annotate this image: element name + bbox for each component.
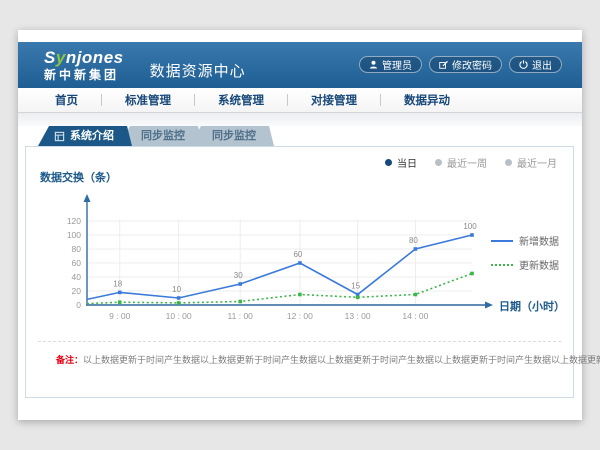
svg-text:60: 60 xyxy=(293,250,302,259)
legend-item-updated-data: 更新数据 xyxy=(491,257,559,272)
series-legend: 新增数据 更新数据 xyxy=(491,233,559,281)
svg-text:40: 40 xyxy=(72,272,82,282)
footer-note: 备注：以上数据更新于时间产生数据以上数据更新于时间产生数据以上数据更新于时间产生… xyxy=(56,353,600,366)
app-header: Synjones 新中新集团 数据资源中心 管理员 修改密码 退出 xyxy=(18,42,582,88)
nav-item-standard-mgmt[interactable]: 标准管理 xyxy=(102,92,194,108)
radio-label: 当日 xyxy=(397,155,417,170)
radio-label: 最近一周 xyxy=(447,155,487,170)
note-prefix: 备注： xyxy=(56,355,83,365)
svg-text:80: 80 xyxy=(72,244,82,254)
chart-panel: 当日 最近一周 最近一月 数据交换（条） 0 20 40 60 80 100 120 9 : … xyxy=(25,146,574,398)
admin-user-label: 管理员 xyxy=(382,57,412,72)
radio-dot-icon xyxy=(385,159,392,166)
tab-label: 同步监控 xyxy=(212,130,256,142)
logout-button[interactable]: 退出 xyxy=(509,56,562,73)
user-icon xyxy=(369,60,378,69)
header-actions: 管理员 修改密码 退出 xyxy=(359,56,562,73)
svg-text:12 : 00: 12 : 00 xyxy=(287,311,313,321)
tab-system-intro[interactable]: 系统介绍 xyxy=(38,126,132,146)
legend-label: 新增数据 xyxy=(519,233,559,248)
document-icon xyxy=(54,131,65,142)
legend-item-new-data: 新增数据 xyxy=(491,233,559,248)
svg-text:9 : 00: 9 : 00 xyxy=(109,311,131,321)
tab-bar: 系统介绍 同步监控 同步监控 xyxy=(38,126,274,146)
nav-item-home[interactable]: 首页 xyxy=(32,92,101,108)
legend-line-swatch-blue xyxy=(491,240,513,242)
legend-line-swatch-green xyxy=(491,264,513,266)
radio-item[interactable]: 最近一月 xyxy=(505,155,557,170)
x-axis-title: 日期（小时） xyxy=(499,298,565,314)
svg-text:13 : 00: 13 : 00 xyxy=(345,311,371,321)
dashed-separator xyxy=(38,341,561,342)
admin-user-button[interactable]: 管理员 xyxy=(359,56,422,73)
svg-text:10 : 00: 10 : 00 xyxy=(166,311,192,321)
svg-text:15: 15 xyxy=(351,282,360,291)
company-logo: Synjones 新中新集团 xyxy=(44,49,124,81)
main-nav: 首页 标准管理 系统管理 对接管理 数据异动 xyxy=(18,88,582,113)
svg-text:20: 20 xyxy=(72,286,82,296)
page-title: 数据资源中心 xyxy=(150,60,246,81)
top-strip xyxy=(18,30,582,42)
tab-sync-monitor-2[interactable]: 同步监控 xyxy=(190,126,274,146)
radio-label: 最近一月 xyxy=(517,155,557,170)
power-icon xyxy=(519,60,528,69)
svg-text:60: 60 xyxy=(72,258,82,268)
tab-label: 同步监控 xyxy=(141,130,185,142)
radio-item[interactable]: 最近一周 xyxy=(435,155,487,170)
svg-text:11 : 00: 11 : 00 xyxy=(228,311,254,321)
brand-name: Synjones xyxy=(44,49,124,66)
svg-text:18: 18 xyxy=(113,279,122,288)
brand-green-letter: y xyxy=(56,48,66,67)
y-axis-title: 数据交换（条） xyxy=(40,169,117,185)
change-password-label: 修改密码 xyxy=(452,57,492,72)
svg-text:10: 10 xyxy=(172,285,181,294)
nav-item-system-mgmt[interactable]: 系统管理 xyxy=(195,92,287,108)
svg-text:120: 120 xyxy=(67,216,81,226)
nav-item-data-change[interactable]: 数据异动 xyxy=(381,92,473,108)
content-gap xyxy=(18,113,582,126)
svg-text:80: 80 xyxy=(409,236,418,245)
edit-icon xyxy=(439,60,448,69)
svg-text:14 : 00: 14 : 00 xyxy=(402,311,428,321)
radio-dot-icon xyxy=(435,159,442,166)
page-window: Synjones 新中新集团 数据资源中心 管理员 修改密码 退出 首页 标准管… xyxy=(18,30,582,420)
note-text: 以上数据更新于时间产生数据以上数据更新于时间产生数据以上数据更新于时间产生数据以… xyxy=(83,355,600,365)
svg-text:0: 0 xyxy=(76,300,81,310)
line-chart-svg: 0 20 40 60 80 100 120 9 : 00 10 : 00 11 : 00 12 : … xyxy=(32,187,510,333)
tab-sync-monitor-1[interactable]: 同步监控 xyxy=(119,126,203,146)
svg-text:100: 100 xyxy=(67,230,81,240)
radio-dot-icon xyxy=(505,159,512,166)
change-password-button[interactable]: 修改密码 xyxy=(429,56,502,73)
svg-text:100: 100 xyxy=(463,222,477,231)
legend-label: 更新数据 xyxy=(519,257,559,272)
radio-item[interactable]: 当日 xyxy=(385,155,417,170)
svg-text:30: 30 xyxy=(234,271,243,280)
time-range-radio-group: 当日 最近一周 最近一月 xyxy=(385,155,557,170)
tab-label: 系统介绍 xyxy=(70,126,114,146)
logout-label: 退出 xyxy=(532,57,552,72)
nav-item-interface-mgmt[interactable]: 对接管理 xyxy=(288,92,380,108)
brand-chinese-name: 新中新集团 xyxy=(44,69,124,81)
